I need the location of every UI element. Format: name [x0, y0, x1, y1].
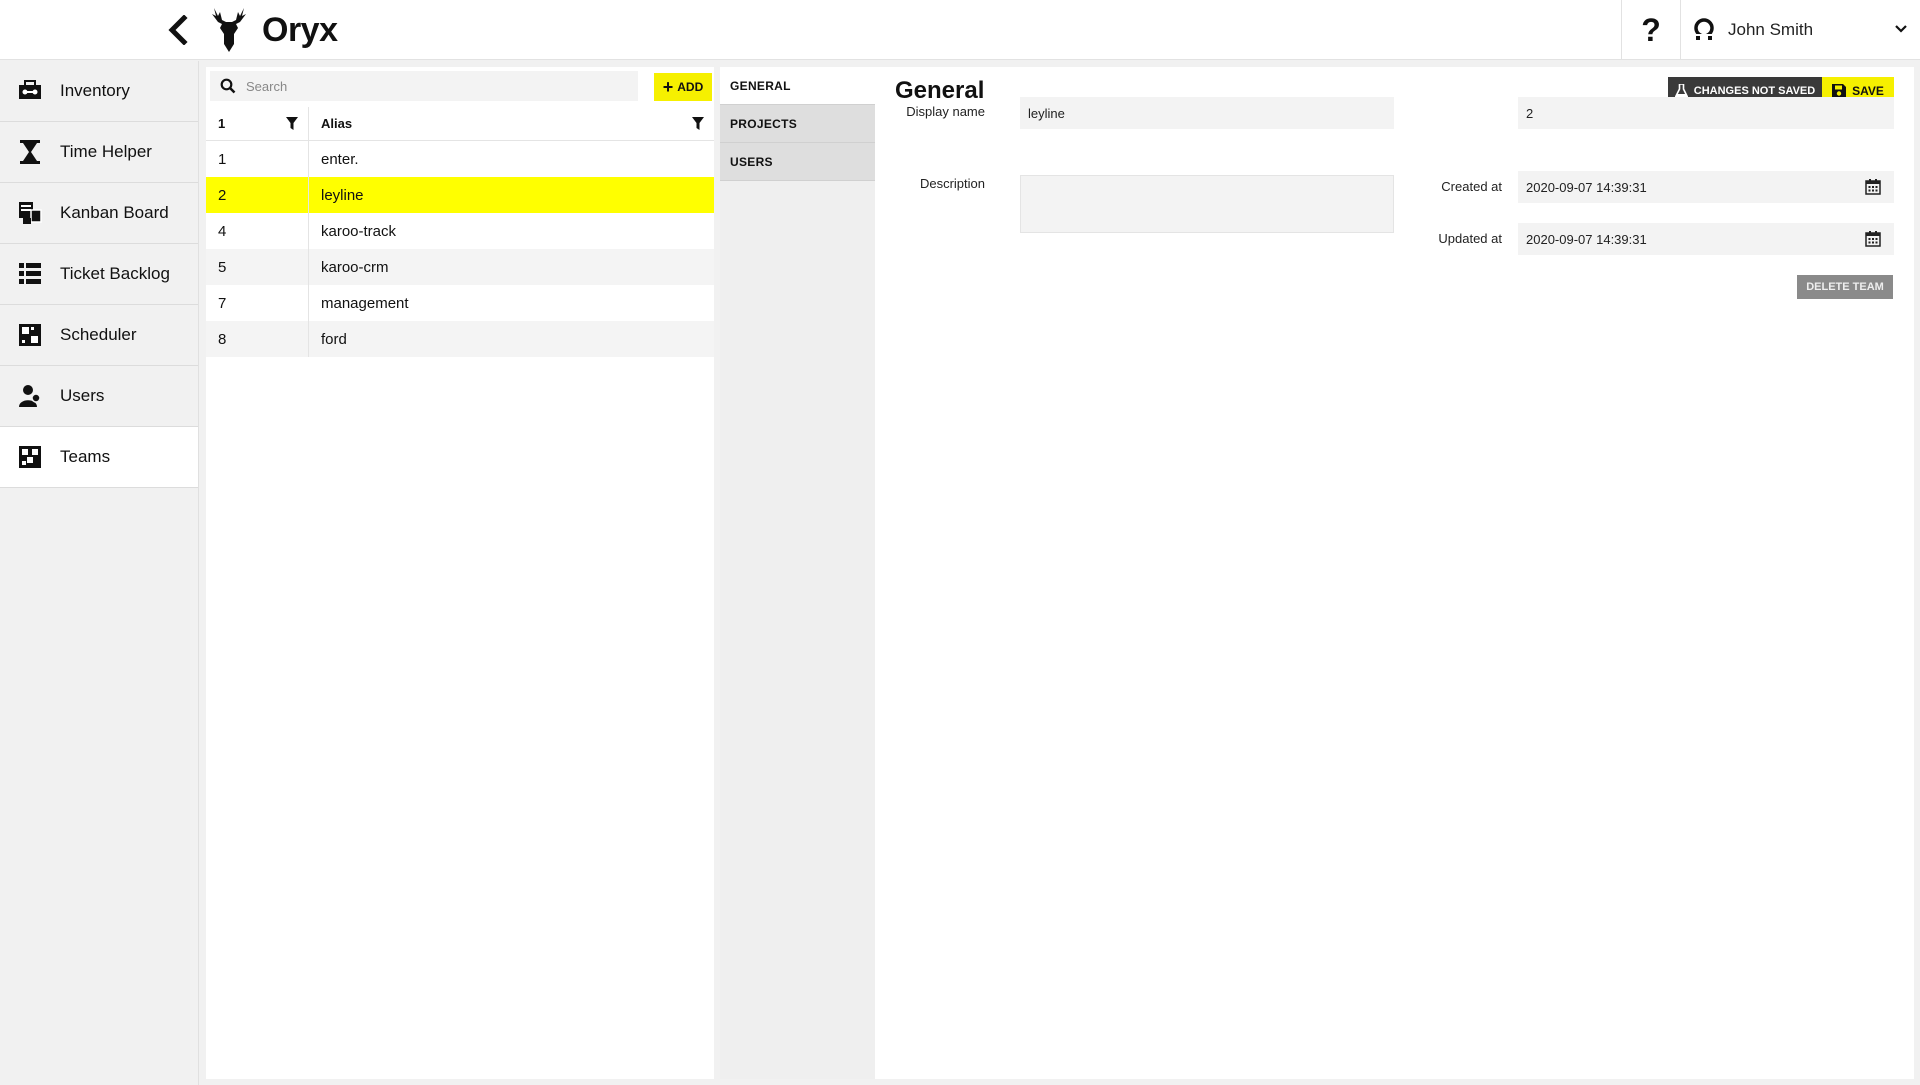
- users-icon: [16, 382, 44, 410]
- team-table: 1 Alias 1 enter. 2 leyline 4 karoo-track…: [206, 107, 714, 357]
- cell-id: 1: [206, 141, 309, 177]
- table-row[interactable]: 7 management: [206, 285, 714, 321]
- deer-logo-icon: [212, 8, 246, 52]
- backlog-icon: [16, 260, 44, 288]
- search-row: + ADD: [210, 71, 712, 101]
- help-button[interactable]: ?: [1621, 0, 1681, 60]
- sidebar-item-users[interactable]: Users: [0, 366, 198, 427]
- table-row[interactable]: 8 ford: [206, 321, 714, 357]
- user-menu[interactable]: John Smith: [1682, 0, 1920, 60]
- sidebar-item-label: Kanban Board: [60, 203, 169, 222]
- scheduler-icon: [16, 321, 44, 349]
- sidebar-item-label: Time Helper: [60, 142, 152, 161]
- delete-team-button[interactable]: DELETE TEAM: [1797, 275, 1893, 299]
- hourglass-icon: [16, 138, 44, 166]
- brand[interactable]: Oryx: [206, 4, 338, 56]
- floppy-disk-icon: [1832, 84, 1847, 98]
- sidebar-item-teams[interactable]: Teams: [0, 427, 198, 488]
- display-name-field[interactable]: [1020, 97, 1394, 129]
- top-bar: Oryx ? John Smith: [0, 0, 1920, 60]
- updated-at-field[interactable]: [1518, 223, 1894, 255]
- cell-alias: karoo-track: [321, 222, 397, 240]
- kanban-icon: [16, 199, 44, 227]
- cell-alias: leyline: [321, 186, 364, 204]
- sidebar-item-label: Ticket Backlog: [60, 264, 170, 283]
- display-name-label: Display name: [906, 104, 985, 119]
- sidebar-item-kanban-board[interactable]: Kanban Board: [0, 183, 198, 244]
- team-form-panel: General CHANGES NOT SAVED SAVE Display n…: [875, 67, 1914, 1079]
- filter-icon[interactable]: [692, 117, 704, 130]
- sidebar-item-label: Scheduler: [60, 325, 137, 344]
- teams-icon: [16, 443, 44, 471]
- column-header-label: 1: [218, 116, 226, 131]
- cell-alias: enter.: [321, 150, 359, 168]
- filter-icon[interactable]: [286, 117, 298, 130]
- sidebar: Inventory Time Helper Kanban Board Ticke…: [0, 61, 199, 1085]
- save-label: SAVE: [1852, 84, 1884, 98]
- column-header-id[interactable]: 1: [206, 107, 309, 140]
- add-button-label: ADD: [677, 80, 704, 94]
- sidebar-item-label: Inventory: [60, 81, 130, 100]
- tab-general[interactable]: GENERAL: [720, 67, 875, 105]
- flask-icon: [1674, 84, 1688, 98]
- detail-tabs: GENERAL PROJECTS USERS: [720, 67, 875, 1079]
- description-label: Description: [919, 176, 985, 191]
- tab-users[interactable]: USERS: [720, 143, 875, 181]
- table-row[interactable]: 2 leyline: [206, 177, 714, 213]
- user-name: John Smith: [1728, 20, 1814, 39]
- id-field[interactable]: [1518, 97, 1894, 129]
- cell-alias: karoo-crm: [321, 258, 389, 276]
- sidebar-item-label: Teams: [60, 447, 111, 466]
- table-row[interactable]: 1 enter.: [206, 141, 714, 177]
- inventory-icon: [16, 77, 44, 105]
- sidebar-item-inventory[interactable]: Inventory: [0, 61, 198, 122]
- form-title: General: [895, 77, 985, 104]
- search-box[interactable]: [210, 71, 638, 101]
- column-header-alias[interactable]: Alias: [309, 107, 714, 140]
- help-icon: ?: [1641, 11, 1661, 48]
- collapse-sidebar-button[interactable]: [160, 12, 196, 48]
- tab-projects[interactable]: PROJECTS: [720, 105, 875, 143]
- cell-alias: management: [321, 294, 409, 312]
- column-header-label: Alias: [321, 116, 353, 131]
- table-row[interactable]: 5 karoo-crm: [206, 249, 714, 285]
- plus-icon: +: [662, 77, 674, 97]
- cell-id: 7: [206, 285, 309, 321]
- cell-id: 5: [206, 249, 309, 285]
- description-field[interactable]: [1020, 175, 1394, 233]
- table-row[interactable]: 4 karoo-track: [206, 213, 714, 249]
- cell-id: 4: [206, 213, 309, 249]
- search-input[interactable]: [246, 78, 626, 94]
- sidebar-item-label: Users: [60, 386, 105, 405]
- add-team-button[interactable]: + ADD: [654, 73, 712, 101]
- cell-id: 8: [206, 321, 309, 357]
- team-list-panel: + ADD 1 Alias 1 enter. 2 leyline 4 karoo…: [206, 67, 714, 1079]
- sidebar-item-ticket-backlog[interactable]: Ticket Backlog: [0, 244, 198, 305]
- sidebar-item-time-helper[interactable]: Time Helper: [0, 122, 198, 183]
- calendar-icon[interactable]: [1865, 231, 1881, 247]
- user-avatar-icon: [1694, 18, 1714, 40]
- sidebar-item-scheduler[interactable]: Scheduler: [0, 305, 198, 366]
- created-at-label: Created at: [1441, 179, 1502, 194]
- updated-at-label: Updated at: [1438, 231, 1502, 246]
- chevron-down-icon: [1895, 25, 1907, 33]
- table-header: 1 Alias: [206, 107, 714, 141]
- app-name: Oryx: [262, 10, 338, 49]
- cell-id: 2: [206, 177, 309, 213]
- calendar-icon[interactable]: [1865, 179, 1881, 195]
- created-at-field[interactable]: [1518, 171, 1894, 203]
- cell-alias: ford: [321, 330, 347, 348]
- chevron-left-icon: [168, 15, 188, 45]
- status-text: CHANGES NOT SAVED: [1693, 85, 1816, 97]
- search-icon: [220, 78, 236, 94]
